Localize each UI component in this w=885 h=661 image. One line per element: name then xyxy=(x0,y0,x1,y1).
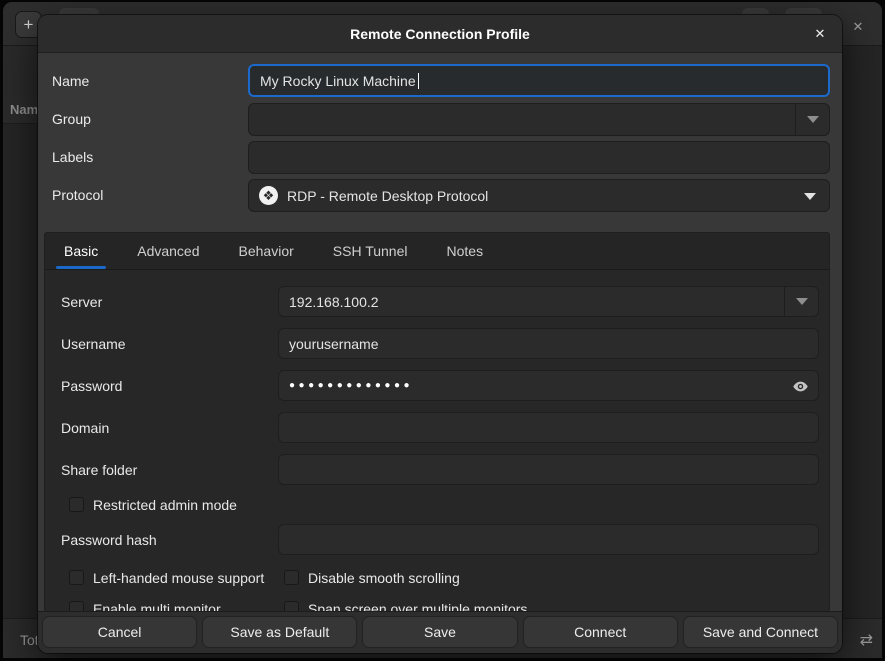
username-label: Username xyxy=(61,336,126,352)
protocol-dropdown[interactable]: ❖ RDP - Remote Desktop Protocol xyxy=(248,179,830,212)
server-label: Server xyxy=(61,294,102,310)
server-value: 192.168.100.2 xyxy=(289,294,379,310)
domain-label: Domain xyxy=(61,420,109,436)
share-folder-label: Share folder xyxy=(61,462,137,478)
restricted-admin-checkbox[interactable] xyxy=(69,497,84,512)
tab-advanced[interactable]: Advanced xyxy=(130,233,206,269)
name-input-value: My Rocky Linux Machine xyxy=(260,73,416,89)
password-label: Password xyxy=(61,378,122,394)
name-input[interactable]: My Rocky Linux Machine xyxy=(248,64,830,97)
labels-input[interactable] xyxy=(248,141,830,174)
close-icon: ✕ xyxy=(815,26,826,42)
text-cursor xyxy=(418,73,419,89)
server-combobox[interactable]: 192.168.100.2 xyxy=(278,286,819,317)
username-value: yourusername xyxy=(289,336,379,352)
labels-label: Labels xyxy=(52,149,93,165)
save-and-connect-button[interactable]: Save and Connect xyxy=(683,616,838,648)
chevron-down-icon xyxy=(804,193,816,200)
disable-smooth-scrolling-label: Disable smooth scrolling xyxy=(308,570,460,586)
tab-bar: Basic Advanced Behavior SSH Tunnel Notes xyxy=(45,233,829,270)
dialog-close-button[interactable]: ✕ xyxy=(808,22,832,46)
chevron-down-icon xyxy=(807,116,819,123)
dialog-title: Remote Connection Profile xyxy=(350,26,530,42)
cancel-button[interactable]: Cancel xyxy=(42,616,197,648)
password-input[interactable]: ●●●●●●●●●●●●● xyxy=(278,370,819,401)
plus-icon: + xyxy=(24,15,34,35)
server-dropdown-button[interactable] xyxy=(784,287,818,316)
name-label: Name xyxy=(52,73,89,89)
username-input[interactable]: yourusername xyxy=(278,328,819,359)
remote-connection-profile-dialog: Remote Connection Profile ✕ Name Group L… xyxy=(38,15,842,653)
left-handed-mouse-checkbox[interactable] xyxy=(69,570,84,585)
share-folder-input[interactable] xyxy=(278,454,819,485)
main-toolbar-strip xyxy=(3,46,39,97)
group-label: Group xyxy=(52,111,91,127)
tab-basic[interactable]: Basic xyxy=(57,233,105,269)
dialog-titlebar: Remote Connection Profile ✕ xyxy=(38,15,842,53)
tab-ssh-tunnel[interactable]: SSH Tunnel xyxy=(326,233,415,269)
dialog-action-area: Cancel Save as Default Save Connect Save… xyxy=(38,611,842,653)
main-window-close-button[interactable]: ✕ xyxy=(847,16,869,38)
swap-arrows-icon[interactable]: ⇄ xyxy=(860,630,873,650)
close-icon: ✕ xyxy=(853,19,864,35)
left-handed-mouse-label: Left-handed mouse support xyxy=(93,570,264,586)
save-button[interactable]: Save xyxy=(362,616,517,648)
group-dropdown-button[interactable] xyxy=(795,104,829,135)
name-column-header[interactable]: Nam xyxy=(3,97,39,124)
save-as-default-button[interactable]: Save as Default xyxy=(202,616,357,648)
reveal-password-eye-icon[interactable] xyxy=(792,378,809,395)
settings-notebook: Basic Advanced Behavior SSH Tunnel Notes… xyxy=(44,232,830,612)
restricted-admin-label: Restricted admin mode xyxy=(93,497,237,513)
disable-smooth-scrolling-checkbox[interactable] xyxy=(284,570,299,585)
tab-behavior[interactable]: Behavior xyxy=(232,233,301,269)
password-hash-label: Password hash xyxy=(61,532,157,548)
password-masked-value: ●●●●●●●●●●●●● xyxy=(289,380,413,391)
tab-notes[interactable]: Notes xyxy=(440,233,491,269)
protocol-label: Protocol xyxy=(52,187,103,203)
chevron-down-icon xyxy=(796,298,808,305)
connect-button[interactable]: Connect xyxy=(523,616,678,648)
rdp-protocol-icon: ❖ xyxy=(259,186,278,205)
protocol-value: RDP - Remote Desktop Protocol xyxy=(287,188,488,204)
group-combobox[interactable] xyxy=(248,103,830,136)
domain-input[interactable] xyxy=(278,412,819,443)
password-hash-input[interactable] xyxy=(278,524,819,555)
